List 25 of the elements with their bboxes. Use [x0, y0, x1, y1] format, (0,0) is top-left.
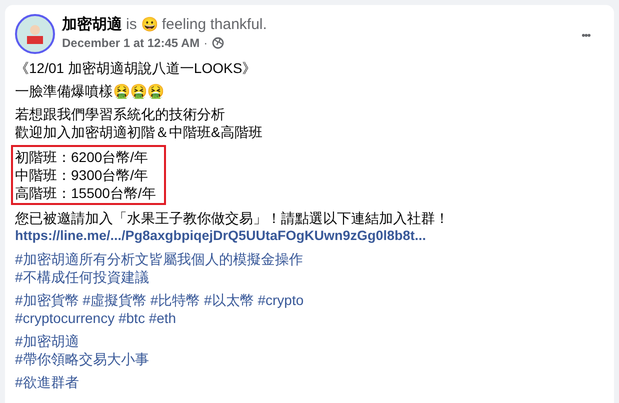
hashtag-line[interactable]: #加密貨幣 #虛擬貨幣 #比特幣 #以太幣 #crypto — [15, 291, 604, 309]
post-text-line: 歡迎加入加密胡適初階＆中階班&高階班 — [15, 123, 264, 141]
post-text-line: 中階班：9300台幣/年 — [15, 166, 150, 184]
hashtag-line[interactable]: #cryptocurrency #btc #eth — [15, 309, 604, 327]
post-text-line: 初階班：6200台幣/年 — [15, 148, 150, 166]
post-text-line: 您已被邀請加入「水果王子教你做交易」！請點選以下連結加入社群！ — [15, 209, 450, 227]
feeling-verb: is — [126, 15, 137, 34]
feeling-text: feeling thankful. — [162, 15, 267, 34]
post-link[interactable]: https://line.me/.../Pg8axgbpiqejDrQ5UUtaFOgKUwn9zGg0l8b8t... — [15, 227, 604, 245]
avatar-icon[interactable] — [15, 14, 55, 54]
hashtag-line[interactable]: #不構成任何投資建議 — [15, 268, 604, 286]
author-name[interactable]: 加密胡適 — [62, 15, 122, 34]
more-options-button[interactable]: ••• — [581, 28, 590, 44]
post-text-line: 若想跟我們學習系統化的技術分析 — [15, 105, 226, 123]
hashtag-line[interactable]: #帶你領略交易大小事 — [15, 350, 604, 368]
globe-icon — [212, 37, 224, 49]
feeling-emoji: 😀 — [140, 15, 158, 34]
post-text-line: 《12/01 加密胡適胡說八道一LOOKS》 — [15, 59, 258, 77]
hashtag-line[interactable]: #欲進群者 — [15, 373, 604, 391]
post-timestamp[interactable]: December 1 at 12:45 AM — [62, 34, 200, 52]
post-text-line: 一臉準備爆噴樣🤮🤮🤮 — [15, 82, 165, 100]
separator-dot: · — [204, 35, 208, 52]
hashtag-line[interactable]: #加密胡適 — [15, 332, 604, 350]
post-text-line: 高階班：15500台幣/年 — [15, 184, 156, 202]
hashtag-line[interactable]: #加密胡適所有分析文皆屬我個人的模擬金操作 — [15, 250, 604, 268]
